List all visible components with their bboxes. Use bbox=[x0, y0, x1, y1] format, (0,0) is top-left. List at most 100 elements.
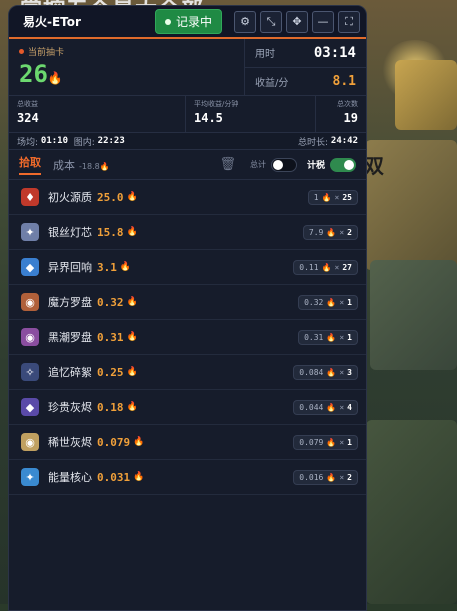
unit-value: 7.9 bbox=[308, 227, 324, 237]
item-icon: ✦ bbox=[21, 468, 39, 486]
item-row[interactable]: ◉ 稀世灰烬 0.079 🔥 0.079 🔥 × 1 bbox=[9, 425, 366, 460]
item-name: 能量核心 bbox=[48, 471, 92, 484]
item-name: 银丝灯芯 bbox=[48, 226, 92, 239]
item-count: 1 bbox=[347, 332, 352, 342]
time-label: 用时 bbox=[255, 49, 275, 61]
item-icon: ♦ bbox=[21, 188, 39, 206]
item-value: 0.31 bbox=[97, 330, 124, 344]
current-drop-label: 当前抽卡 bbox=[28, 48, 65, 58]
rate-label: 收益/分 bbox=[255, 77, 289, 89]
item-row[interactable]: ✦ 能量核心 0.031 🔥 0.016 🔥 × 2 bbox=[9, 460, 366, 495]
unit-value: 0.079 bbox=[299, 437, 324, 447]
item-row[interactable]: ♦ 初火源质 25.0 🔥 1 🔥 × 25 bbox=[9, 180, 366, 215]
total-income-label: 总收益 bbox=[17, 100, 38, 108]
item-list: ♦ 初火源质 25.0 🔥 1 🔥 × 25 ✦ 银丝灯芯 15.8 🔥 7.9 🔥 × 2 ◆ 异界回响 3.1 🔥… bbox=[9, 180, 366, 495]
total-income-cell: 总收益 324 bbox=[9, 96, 186, 132]
minimize-button[interactable]: — bbox=[312, 10, 334, 33]
flame-icon: 🔥 bbox=[321, 262, 332, 272]
rate-value: 8.1 bbox=[332, 73, 356, 89]
total-toggle-label: 总计 bbox=[249, 160, 266, 169]
toggle-knob bbox=[344, 159, 354, 170]
flame-icon: 🔥 bbox=[321, 192, 332, 202]
tab-cost[interactable]: 成本 -18.8🔥 bbox=[53, 157, 110, 173]
current-drop-card: 当前抽卡 26🔥 bbox=[9, 39, 245, 95]
total-count-value: 19 bbox=[343, 111, 358, 125]
item-row[interactable]: ✧ 追忆碎絮 0.25 🔥 0.084 🔥 × 3 bbox=[9, 355, 366, 390]
expand-button[interactable]: ⛶ bbox=[338, 10, 360, 33]
time-rate-col: 用时 03:14 收益/分 8.1 bbox=[245, 39, 366, 95]
unit-count-pill: 0.016 🔥 × 2 bbox=[293, 469, 358, 485]
item-value: 25.0 bbox=[97, 190, 124, 204]
unit-value: 0.016 bbox=[299, 472, 324, 482]
item-row[interactable]: ◉ 黑潮罗盘 0.31 🔥 0.31 🔥 × 1 bbox=[9, 320, 366, 355]
flame-icon: 🔥 bbox=[126, 227, 138, 237]
item-value: 15.8 bbox=[97, 225, 124, 239]
unit-count-pill: 7.9 🔥 × 2 bbox=[302, 224, 358, 240]
stats-summary: 总收益 324 平均收益/分钟 14.5 总次数 19 bbox=[9, 96, 366, 133]
flame-icon: 🔥 bbox=[133, 437, 145, 447]
times-sign: × bbox=[339, 332, 345, 342]
flame-icon: 🔥 bbox=[47, 71, 63, 85]
total-time-value: 24:42 bbox=[330, 136, 358, 146]
settings-button[interactable]: ⚙ bbox=[234, 10, 256, 33]
times-sign: × bbox=[339, 402, 345, 412]
scene-avg-value: 01:10 bbox=[40, 136, 69, 146]
current-drop-value: 26 bbox=[19, 60, 48, 88]
toggle-knob bbox=[272, 159, 283, 170]
item-row[interactable]: ◆ 珍贵灰烬 0.18 🔥 0.044 🔥 × 4 bbox=[9, 390, 366, 425]
unit-count-pill: 0.084 🔥 × 3 bbox=[293, 364, 358, 380]
times-sign: × bbox=[339, 472, 345, 482]
unit-count-pill: 0.044 🔥 × 4 bbox=[293, 399, 358, 415]
bg-stone bbox=[370, 260, 457, 370]
item-icon: ✧ bbox=[21, 363, 39, 381]
item-value: 0.25 bbox=[97, 365, 124, 379]
item-count: 1 bbox=[347, 437, 352, 447]
game-side-text: 双 bbox=[364, 154, 384, 178]
stats-top: 当前抽卡 26🔥 用时 03:14 收益/分 8.1 bbox=[9, 39, 366, 96]
total-toggle[interactable] bbox=[270, 157, 297, 172]
flame-icon: 🔥 bbox=[126, 402, 138, 412]
item-icon: ◉ bbox=[21, 433, 39, 451]
time-value: 03:14 bbox=[313, 44, 356, 61]
item-icon: ◉ bbox=[21, 293, 39, 311]
unit-value: 0.044 bbox=[299, 402, 324, 412]
tax-toggle[interactable] bbox=[330, 157, 356, 172]
trash-icon[interactable]: 🗑 bbox=[219, 157, 236, 172]
item-row[interactable]: ✦ 银丝灯芯 15.8 🔥 7.9 🔥 × 2 bbox=[9, 215, 366, 250]
pointer-button[interactable]: ✥ bbox=[286, 10, 308, 33]
item-count: 25 bbox=[342, 192, 352, 202]
record-button[interactable]: 记录中 bbox=[154, 9, 222, 34]
flame-icon: 🔥 bbox=[326, 332, 337, 342]
flame-icon: 🔥 bbox=[133, 472, 145, 482]
expand-icon: ⛶ bbox=[345, 14, 353, 28]
times-sign: × bbox=[339, 227, 345, 237]
total-count-cell: 总次数 19 bbox=[316, 96, 366, 132]
item-row[interactable]: ◆ 异界回响 3.1 🔥 0.11 🔥 × 27 bbox=[9, 250, 366, 285]
rate-row: 收益/分 8.1 bbox=[245, 66, 366, 96]
item-icon: ◆ bbox=[21, 398, 39, 416]
bg-stone bbox=[395, 60, 457, 130]
flame-icon: 🔥 bbox=[326, 227, 337, 237]
tab-pickup[interactable]: 拾取 bbox=[19, 154, 41, 175]
unit-count-pill: 0.11 🔥 × 27 bbox=[293, 259, 358, 275]
total-count-label: 总次数 bbox=[337, 100, 358, 108]
cost-value: -18.8 bbox=[79, 161, 100, 171]
flame-icon: 🔥 bbox=[326, 367, 337, 377]
item-count: 2 bbox=[347, 472, 352, 482]
compress-button[interactable]: ⤡ bbox=[260, 10, 282, 33]
time-row: 用时 03:14 bbox=[245, 39, 366, 67]
tracker-panel: 易火-ETor 记录中 ⚙ ⤡ ✥ — ⛶ 当前抽卡 26🔥 用时 03:14 bbox=[8, 5, 367, 611]
times-sign: × bbox=[339, 367, 345, 377]
item-count: 3 bbox=[347, 367, 352, 377]
item-row[interactable]: ◉ 魔方罗盘 0.32 🔥 0.32 🔥 × 1 bbox=[9, 285, 366, 320]
time-bar: 场均: 01:10 图内: 22:23 总时长: 24:42 bbox=[9, 133, 366, 150]
title-bar[interactable]: 易火-ETor 记录中 ⚙ ⤡ ✥ — ⛶ bbox=[9, 6, 366, 39]
item-name: 追忆碎絮 bbox=[48, 366, 92, 379]
unit-value: 0.31 bbox=[304, 332, 324, 342]
app-title: 易火-ETor bbox=[23, 15, 81, 29]
tab-cost-label: 成本 bbox=[53, 158, 75, 172]
item-name: 异界回响 bbox=[48, 261, 92, 274]
unit-count-pill: 0.31 🔥 × 1 bbox=[298, 329, 358, 345]
item-icon: ◆ bbox=[21, 258, 39, 276]
item-name: 珍贵灰烬 bbox=[48, 401, 92, 414]
